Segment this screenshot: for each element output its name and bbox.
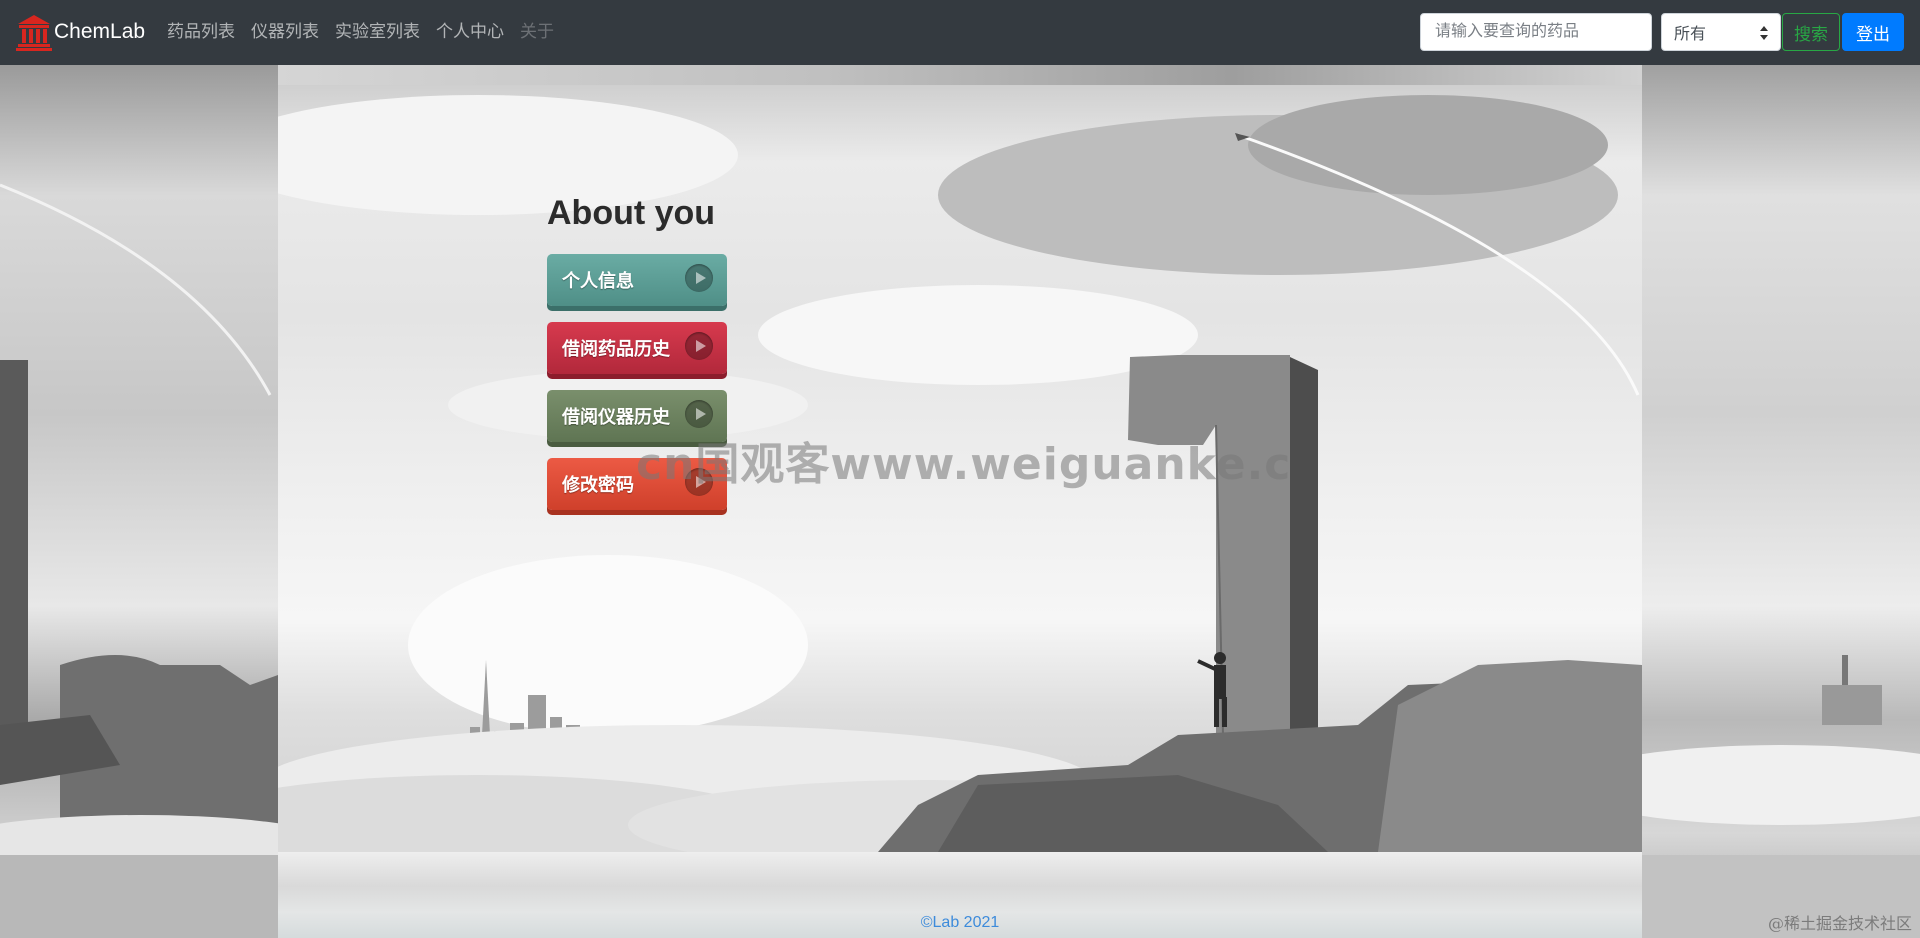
logout-button[interactable]: 登出 <box>1842 13 1904 51</box>
category-select-value: 所有 <box>1674 26 1707 43</box>
drug-borrow-history-button[interactable]: 借阅药品历史 <box>547 322 727 374</box>
background-tile-right <box>1642 65 1920 938</box>
change-password-label: 修改密码 <box>562 475 634 495</box>
footer-copyright: ©Lab 2021 <box>920 914 1000 931</box>
drug-borrow-history-label: 借阅药品历史 <box>562 339 670 359</box>
category-select[interactable]: 所有 <box>1661 13 1781 51</box>
play-icon <box>685 400 713 428</box>
search-button[interactable]: 搜索 <box>1782 13 1840 51</box>
nav-about[interactable]: 关于 <box>520 20 554 44</box>
nav-lab-list[interactable]: 实验室列表 <box>335 20 420 44</box>
instrument-borrow-history-label: 借阅仪器历史 <box>562 407 670 427</box>
about-title: About you <box>547 194 716 232</box>
background-strip-top <box>278 65 1642 85</box>
nav-instrument-list[interactable]: 仪器列表 <box>251 20 319 44</box>
brand-name: ChemLab <box>54 20 146 43</box>
watermark-overlay: cn国观客www.weiguanke.c <box>636 439 1292 490</box>
select-arrows-icon <box>1760 26 1768 40</box>
personal-info-label: 个人信息 <box>562 271 634 291</box>
search-input[interactable] <box>1420 13 1652 51</box>
nav-links: 药品列表 仪器列表 实验室列表 个人中心 关于 <box>167 20 554 44</box>
background-tile-left <box>0 65 278 938</box>
bank-icon <box>16 15 52 51</box>
navbar: ChemLab 药品列表 仪器列表 实验室列表 个人中心 关于 所有 搜索 登出 <box>0 0 1920 65</box>
personal-info-button[interactable]: 个人信息 <box>547 254 727 306</box>
play-icon <box>685 264 713 292</box>
nav-drug-list[interactable]: 药品列表 <box>167 20 235 44</box>
brand[interactable]: ChemLab <box>16 12 145 52</box>
play-icon <box>685 332 713 360</box>
nav-personal-center[interactable]: 个人中心 <box>436 20 504 44</box>
corner-watermark: @稀土掘金技术社区 <box>1767 914 1912 933</box>
